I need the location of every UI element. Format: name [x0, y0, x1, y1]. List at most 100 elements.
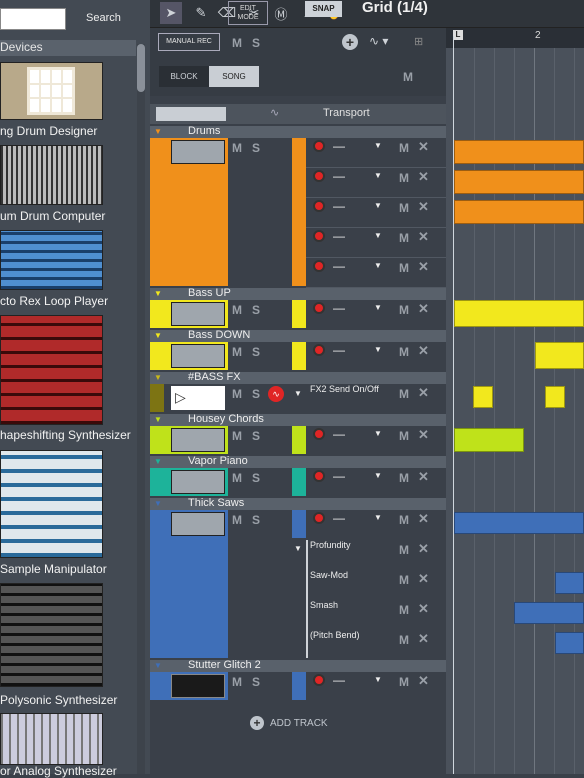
- track-solo-button[interactable]: S: [252, 675, 260, 689]
- track-mute-button[interactable]: M: [232, 675, 242, 689]
- delete-lane-button[interactable]: ✕: [418, 139, 429, 155]
- drum-designer-thumbnail[interactable]: [0, 62, 103, 120]
- track-solo-button[interactable]: S: [252, 345, 260, 359]
- delete-lane-button[interactable]: ✕: [418, 199, 429, 215]
- track-name[interactable]: Housey Chords: [188, 413, 264, 425]
- devices-section-header[interactable]: Devices: [0, 40, 136, 56]
- track-name[interactable]: Bass UP: [188, 287, 231, 299]
- polysonic-synth-thumbnail[interactable]: [0, 583, 103, 687]
- delete-lane-button[interactable]: ✕: [418, 229, 429, 245]
- delete-lane-button[interactable]: ✕: [418, 301, 429, 317]
- track-mute-button[interactable]: M: [232, 141, 242, 155]
- lane-mute-button[interactable]: M: [399, 543, 409, 557]
- lane-mute-button[interactable]: M: [399, 573, 409, 587]
- track-solo-button[interactable]: S: [252, 387, 260, 401]
- add-lane-icon[interactable]: +: [342, 34, 358, 50]
- automation-record-icon[interactable]: ∿: [268, 386, 284, 402]
- delete-lane-button[interactable]: ✕: [418, 631, 429, 647]
- dropdown-arrow-icon[interactable]: ▼: [374, 675, 382, 684]
- lane-mute-button[interactable]: M: [399, 675, 409, 689]
- synth-device-icon[interactable]: [171, 428, 225, 452]
- track-solo-button[interactable]: S: [252, 303, 260, 317]
- record-enable-button[interactable]: [313, 170, 325, 182]
- track-mute-button[interactable]: M: [232, 303, 242, 317]
- delete-lane-button[interactable]: ✕: [418, 385, 429, 401]
- record-enable-button[interactable]: [313, 428, 325, 440]
- piano-device-icon[interactable]: [171, 470, 225, 494]
- song-mute-button[interactable]: M: [403, 70, 413, 84]
- saw-clip[interactable]: [454, 512, 584, 534]
- collapse-arrow-icon[interactable]: ▼: [154, 415, 162, 424]
- saw-synth-device-icon[interactable]: [171, 512, 225, 536]
- automation-clip[interactable]: [473, 386, 493, 408]
- bass-clip[interactable]: [454, 300, 584, 327]
- track-solo-button[interactable]: S: [252, 513, 260, 527]
- dropdown-arrow-icon[interactable]: ▼: [374, 429, 382, 438]
- dropdown-arrow-icon[interactable]: ▼: [374, 471, 382, 480]
- record-enable-button[interactable]: [313, 302, 325, 314]
- track-solo-button[interactable]: S: [252, 471, 260, 485]
- timeline-ruler[interactable]: [446, 28, 584, 48]
- dropdown-arrow-icon[interactable]: ▼: [374, 345, 382, 354]
- track-solo-button[interactable]: S: [252, 429, 260, 443]
- block-mode-button[interactable]: BLOCK: [159, 66, 209, 87]
- track-name[interactable]: Thick Saws: [188, 497, 244, 509]
- record-enable-button[interactable]: [313, 512, 325, 524]
- drum-clip[interactable]: [454, 170, 584, 194]
- delete-lane-button[interactable]: ✕: [418, 601, 429, 617]
- lane-mute-button[interactable]: M: [399, 513, 409, 527]
- lane-mute-button[interactable]: M: [399, 171, 409, 185]
- collapse-arrow-icon[interactable]: ▼: [154, 373, 162, 382]
- dropdown-arrow-icon[interactable]: ▼: [294, 389, 302, 398]
- delete-lane-button[interactable]: ✕: [418, 259, 429, 275]
- lane-mute-button[interactable]: M: [399, 633, 409, 647]
- pencil-icon[interactable]: ✎: [190, 2, 212, 24]
- drum-device-icon[interactable]: [171, 140, 225, 164]
- manual-rec-button[interactable]: MANUAL REC: [158, 33, 220, 51]
- record-enable-button[interactable]: [313, 260, 325, 272]
- lane-mute-button[interactable]: M: [399, 471, 409, 485]
- transport-automation-icon[interactable]: ∿: [270, 106, 279, 119]
- dropdown-arrow-icon[interactable]: ▼: [294, 544, 302, 553]
- collapse-arrow-icon[interactable]: ▼: [154, 457, 162, 466]
- automation-icon[interactable]: ∿ ▾: [369, 34, 388, 48]
- bass-device-icon[interactable]: [171, 344, 225, 368]
- add-track-button[interactable]: + ADD TRACK: [250, 716, 328, 730]
- automation-clip[interactable]: [545, 386, 565, 408]
- delete-lane-button[interactable]: ✕: [418, 427, 429, 443]
- delete-lane-button[interactable]: ✕: [418, 571, 429, 587]
- device-label[interactable]: cto Rex Loop Player: [0, 294, 136, 308]
- delete-lane-button[interactable]: ✕: [418, 673, 429, 689]
- device-label[interactable]: or Analog Synthesizer: [0, 764, 136, 778]
- snap-button[interactable]: SNAP: [305, 1, 342, 17]
- delete-lane-button[interactable]: ✕: [418, 469, 429, 485]
- lane-mute-button[interactable]: M: [399, 141, 409, 155]
- automation-clip[interactable]: [514, 602, 584, 624]
- record-enable-button[interactable]: [313, 344, 325, 356]
- sample-manipulator-thumbnail[interactable]: [0, 450, 103, 558]
- collapse-arrow-icon[interactable]: ▼: [154, 499, 162, 508]
- browser-scrollbar[interactable]: [137, 44, 145, 774]
- lane-mute-button[interactable]: M: [399, 345, 409, 359]
- track-mute-button[interactable]: M: [232, 513, 242, 527]
- dropdown-arrow-icon[interactable]: ▼: [374, 513, 382, 522]
- shapeshifting-synth-thumbnail[interactable]: [0, 315, 103, 425]
- track-name[interactable]: #BASS FX: [188, 371, 241, 383]
- lane-mute-button[interactable]: M: [399, 201, 409, 215]
- left-locator-marker[interactable]: L: [453, 30, 463, 40]
- device-label[interactable]: Sample Manipulator: [0, 562, 136, 576]
- lane-mute-button[interactable]: M: [399, 429, 409, 443]
- delete-lane-button[interactable]: ✕: [418, 511, 429, 527]
- delete-lane-button[interactable]: ✕: [418, 541, 429, 557]
- drum-clip[interactable]: [454, 200, 584, 224]
- collapse-arrow-icon[interactable]: ▼: [154, 289, 162, 298]
- dropdown-arrow-icon[interactable]: ▼: [374, 141, 382, 150]
- glitch-device-icon[interactable]: [171, 674, 225, 698]
- playhead[interactable]: [453, 36, 454, 774]
- collapse-arrow-icon[interactable]: ▼: [154, 661, 162, 670]
- device-label[interactable]: Polysonic Synthesizer: [0, 693, 136, 707]
- master-solo-button[interactable]: S: [252, 36, 260, 50]
- master-mute-button[interactable]: M: [232, 36, 242, 50]
- mute-tool-icon[interactable]: Ⓜ: [270, 2, 292, 24]
- device-label[interactable]: hapeshifting Synthesizer: [0, 428, 136, 442]
